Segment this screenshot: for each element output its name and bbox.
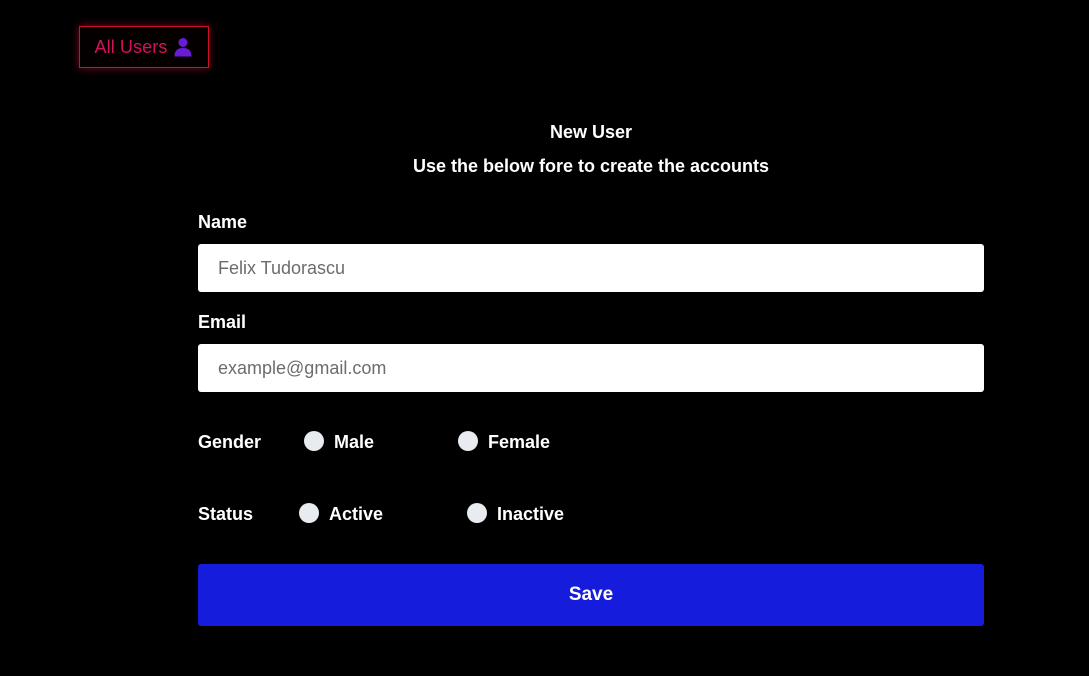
save-button[interactable]: Save (198, 564, 984, 626)
status-inactive-label: Inactive (497, 504, 565, 524)
name-label: Name (198, 212, 248, 232)
status-option-inactive[interactable]: Inactive (467, 501, 564, 525)
status-active-radio[interactable] (299, 503, 319, 523)
gender-female-label: Female (488, 432, 551, 452)
gender-male-label: Male (334, 432, 375, 452)
all-users-label: All Users (94, 36, 168, 57)
status-label: Status (198, 504, 254, 524)
email-label: Email (198, 312, 247, 332)
gender-female-radio[interactable] (458, 431, 478, 451)
status-active-label: Active (329, 504, 384, 524)
gender-option-male[interactable]: Male (304, 429, 374, 453)
user-icon (173, 37, 193, 57)
email-input[interactable] (198, 344, 984, 392)
gender-male-radio[interactable] (304, 431, 324, 451)
all-users-button[interactable]: All Users (79, 26, 209, 68)
status-option-active[interactable]: Active (299, 501, 383, 525)
form-title: New User (549, 122, 633, 142)
gender-option-female[interactable]: Female (458, 429, 550, 453)
form-subtitle: Use the below fore to create the account… (412, 156, 770, 176)
page: All Users New User Use the below fore to… (0, 0, 1089, 676)
name-input[interactable] (198, 244, 984, 292)
gender-label: Gender (198, 432, 262, 452)
status-inactive-radio[interactable] (467, 503, 487, 523)
